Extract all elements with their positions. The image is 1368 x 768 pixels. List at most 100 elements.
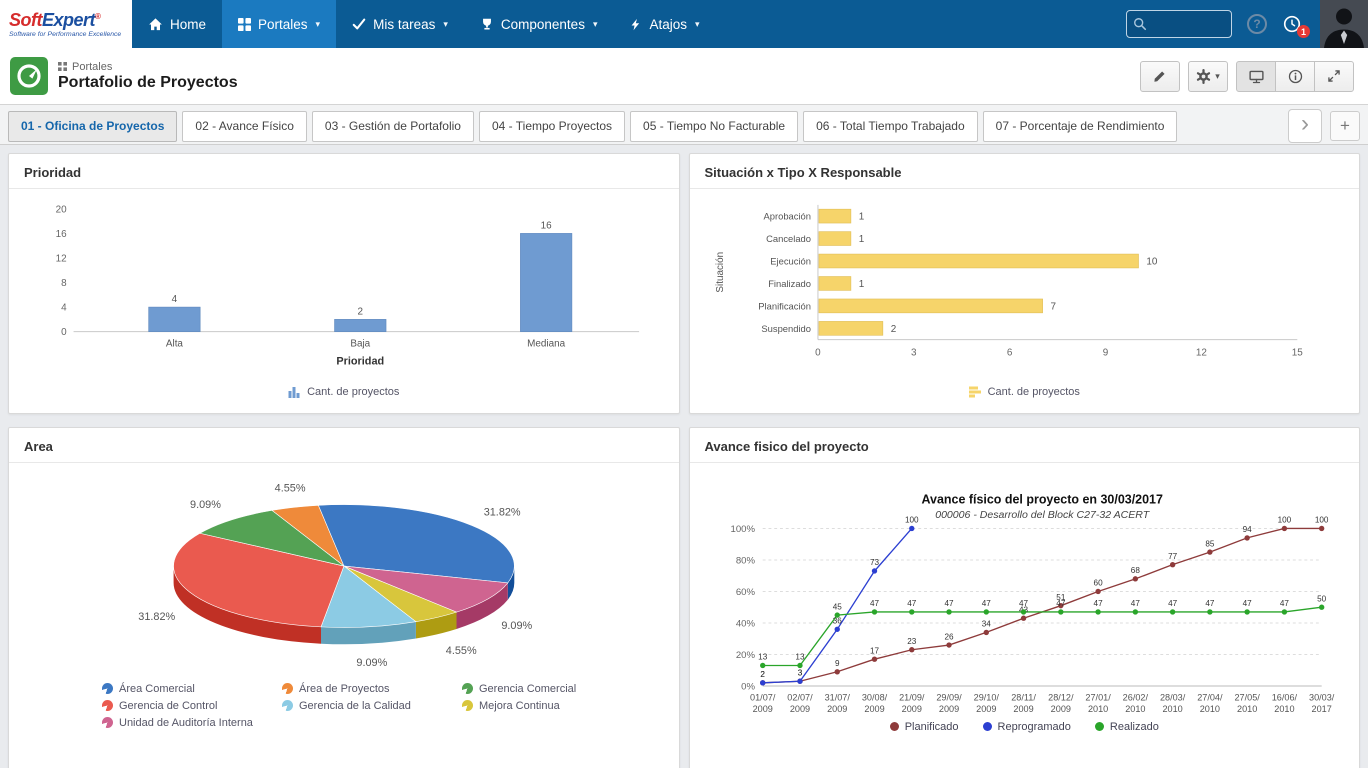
point-Reprogramado-30/08/2009[interactable] (872, 568, 877, 573)
tab-1[interactable]: 01 - Oficina de Proyectos (8, 111, 177, 142)
svg-text:10: 10 (1147, 256, 1159, 267)
portals-grid-icon (238, 18, 251, 31)
nav-item-portales[interactable]: Portales▾ (222, 0, 336, 48)
nav-item-atajos[interactable]: Atajos▾ (613, 0, 715, 48)
point-Reprogramado-31/07/2009[interactable] (835, 627, 840, 632)
point-Realizado-29/09/2009[interactable] (947, 609, 952, 614)
point-Realizado-27/01/2010[interactable] (1096, 609, 1101, 614)
svg-text:100%: 100% (731, 524, 756, 535)
svg-text:77: 77 (1168, 552, 1178, 561)
svg-text:12: 12 (1196, 347, 1207, 358)
svg-text:Finalizado: Finalizado (768, 278, 811, 289)
svg-text:28/11/: 28/11/ (1012, 692, 1037, 702)
point-Realizado-01/07/2009[interactable] (760, 663, 765, 668)
point-Planificado-31/07/2009[interactable] (835, 669, 840, 674)
point-Planificado-27/01/2010[interactable] (1096, 589, 1101, 594)
svg-text:0%: 0% (741, 681, 755, 692)
svg-text:94: 94 (1243, 525, 1253, 534)
point-Reprogramado-21/09/2009[interactable] (909, 526, 914, 531)
point-Planificado-30/08/2009[interactable] (872, 657, 877, 662)
nav-item-mis-tareas[interactable]: Mis tareas▾ (336, 0, 464, 48)
hbar-Aprobación[interactable] (819, 209, 851, 223)
point-Realizado-28/12/2009[interactable] (1058, 609, 1063, 614)
svg-text:40%: 40% (736, 618, 756, 629)
svg-text:1: 1 (859, 279, 865, 290)
legend-label: Gerencia de la Calidad (299, 700, 411, 712)
point-Realizado-27/05/2010[interactable] (1245, 609, 1250, 614)
tab-2[interactable]: 02 - Avance Físico (182, 111, 307, 142)
nav-item-home[interactable]: Home (132, 0, 222, 48)
point-Realizado-27/04/2010[interactable] (1207, 609, 1212, 614)
hbar-Cancelado[interactable] (819, 232, 851, 246)
tab-7[interactable]: 07 - Porcentaje de Rendimiento (983, 111, 1178, 142)
softexpert-logo[interactable]: SoftExpert® Software for Performance Exc… (0, 0, 132, 48)
point-Planificado-30/03/2017[interactable] (1319, 526, 1324, 531)
presentation-button[interactable] (1236, 61, 1276, 92)
hbar-Finalizado[interactable] (819, 277, 851, 291)
svg-text:Suspendido: Suspendido (762, 323, 812, 334)
svg-text:2009: 2009 (753, 704, 773, 714)
pie-legend-icon (102, 700, 113, 711)
point-Realizado-30/08/2009[interactable] (872, 609, 877, 614)
point-Realizado-28/03/2010[interactable] (1170, 609, 1175, 614)
svg-text:000006 - Desarrollo del Block: 000006 - Desarrollo del Block C27-32 ACE… (935, 509, 1151, 521)
point-Reprogramado-02/07/2009[interactable] (798, 679, 803, 684)
point-Planificado-27/05/2010[interactable] (1245, 535, 1250, 540)
add-tab-button[interactable]: + (1330, 111, 1360, 141)
settings-button[interactable]: ▾ (1188, 61, 1228, 92)
point-Realizado-29/10/2009[interactable] (984, 609, 989, 614)
help-icon[interactable]: ? (1247, 14, 1267, 34)
point-Planificado-27/04/2010[interactable] (1207, 549, 1212, 554)
hbar-Suspendido[interactable] (819, 321, 883, 335)
bar-Alta[interactable] (148, 307, 200, 332)
tab-bar: 01 - Oficina de Proyectos02 - Avance Fís… (0, 105, 1368, 145)
svg-text:2010: 2010 (1200, 704, 1220, 714)
svg-text:2009: 2009 (902, 704, 922, 714)
pie-legend: Área ComercialÁrea de ProyectosGerencia … (102, 680, 652, 737)
user-avatar[interactable] (1320, 0, 1368, 48)
pie-legend-icon (102, 717, 113, 728)
bar-Baja[interactable] (334, 319, 386, 331)
point-Planificado-28/03/2010[interactable] (1170, 562, 1175, 567)
info-button[interactable] (1275, 61, 1315, 92)
point-Planificado-28/11/2009[interactable] (1021, 616, 1026, 621)
point-Realizado-16/06/2010[interactable] (1282, 609, 1287, 614)
breadcrumb-label: Portales (72, 61, 112, 73)
legend-item: Gerencia de la Calidad (282, 700, 454, 712)
chevron-down-icon: ▾ (443, 19, 448, 30)
hbar-Ejecución[interactable] (819, 254, 1139, 268)
point-Planificado-16/06/2010[interactable] (1282, 526, 1287, 531)
hbar-Planificación[interactable] (819, 299, 1043, 313)
point-Realizado-28/11/2009[interactable] (1021, 609, 1026, 614)
svg-text:2010: 2010 (1275, 704, 1295, 714)
edit-button[interactable] (1140, 61, 1180, 92)
nav-item-componentes[interactable]: Componentes▾ (464, 0, 614, 48)
point-Realizado-30/03/2017[interactable] (1319, 605, 1324, 610)
point-Planificado-29/09/2009[interactable] (947, 642, 952, 647)
notifications-button[interactable]: 1 (1282, 14, 1302, 34)
point-Realizado-02/07/2009[interactable] (798, 663, 803, 668)
chart-legend: Cant. de proyectos (288, 383, 399, 404)
svg-text:27/01/: 27/01/ (1086, 692, 1112, 702)
svg-text:Prioridad: Prioridad (336, 355, 384, 367)
tab-5[interactable]: 05 - Tiempo No Facturable (630, 111, 798, 142)
fullscreen-button[interactable] (1314, 61, 1354, 92)
breadcrumb[interactable]: Portales (58, 61, 238, 73)
tab-3[interactable]: 03 - Gestión de Portafolio (312, 111, 474, 142)
tabs-scroll-next-button[interactable]: › (1288, 109, 1322, 143)
point-Planificado-21/09/2009[interactable] (909, 647, 914, 652)
svg-text:13: 13 (758, 653, 768, 662)
point-Realizado-26/02/2010[interactable] (1133, 609, 1138, 614)
svg-text:2010: 2010 (1163, 704, 1183, 714)
tab-4[interactable]: 04 - Tiempo Proyectos (479, 111, 625, 142)
svg-text:Ejecución: Ejecución (771, 255, 812, 266)
bar-Mediana[interactable] (520, 233, 572, 331)
point-Realizado-21/09/2009[interactable] (909, 609, 914, 614)
point-Planificado-26/02/2010[interactable] (1133, 576, 1138, 581)
tab-6[interactable]: 06 - Total Tiempo Trabajado (803, 111, 978, 142)
point-Reprogramado-01/07/2009[interactable] (760, 680, 765, 685)
point-Planificado-29/10/2009[interactable] (984, 630, 989, 635)
point-Realizado-31/07/2009[interactable] (835, 612, 840, 617)
svg-text:47: 47 (1280, 599, 1290, 608)
svg-text:27/05/: 27/05/ (1235, 692, 1261, 702)
